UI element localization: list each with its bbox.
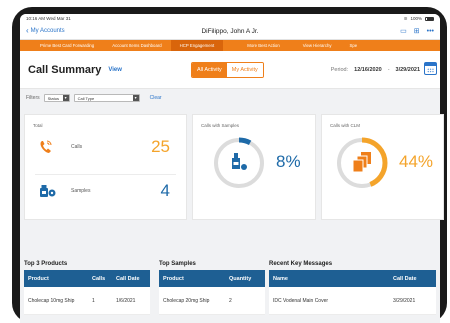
scanner-icon — [232, 153, 247, 170]
samples-row: Samples 4 — [39, 181, 170, 201]
share-icon[interactable]: ⊞ — [414, 27, 420, 35]
chevron-down-icon: ▾ — [132, 95, 139, 101]
clm-percent: 44% — [399, 152, 434, 171]
top-products-title: Top 3 Products — [24, 261, 68, 267]
chevron-left-icon: ‹ — [26, 26, 29, 35]
samples-icon — [40, 185, 56, 197]
phone-icon — [40, 140, 52, 153]
all-activity-button[interactable]: All Activity — [192, 63, 227, 77]
status-bar: 10:16 AM Wed Mar 31 ≋ 100% — [20, 14, 440, 23]
table-row[interactable]: Cholecap 10mg Ship 1 1/6/2021 — [24, 287, 150, 315]
samples-donut — [213, 137, 265, 189]
tab-hcp-engagement[interactable]: HCP Engagement — [170, 40, 224, 51]
calls-row: Calls 25 — [39, 137, 170, 157]
table-row[interactable]: Cholecap 20mg Ship 2 — [159, 287, 265, 315]
status-filter-select[interactable]: Status ▾ — [43, 94, 70, 102]
calls-with-clm-card: Calls with CLM 44% — [321, 114, 444, 220]
card-divider — [35, 174, 176, 175]
view-link[interactable]: View — [108, 67, 122, 73]
tab-item[interactable]: Prime Best Card Forwarding — [20, 40, 103, 51]
total-card-label: Total — [33, 123, 43, 128]
tab-item[interactable]: More Best Action — [223, 40, 288, 51]
activity-toggle: All Activity My Activity — [191, 62, 264, 78]
chat-icon[interactable]: ▭ — [400, 27, 407, 35]
status-date: Wed Mar 31 — [46, 16, 71, 21]
clm-donut — [336, 137, 388, 189]
samples-card-label: Calls with Samples — [201, 123, 240, 128]
table-header: Product Calls Call Date — [24, 270, 150, 287]
key-messages-title: Recent Key Messages — [269, 261, 333, 267]
call-type-filter-select[interactable]: Call Type ▾ — [73, 94, 140, 102]
my-activity-button[interactable]: My Activity — [226, 63, 263, 77]
samples-percent: 8% — [276, 152, 301, 171]
calls-label: Calls — [71, 144, 83, 150]
top-samples-table: Top Samples Product Quantity Cholecap 20… — [159, 261, 265, 315]
page-title: Call Summary — [28, 63, 102, 76]
top-products-table: Top 3 Products Product Calls Call Date C… — [24, 261, 150, 315]
filters-bar: Filters Status ▾ Call Type ▾ Clear — [20, 89, 440, 107]
back-label: My Accounts — [30, 28, 65, 34]
period-end: 3/29/2021 — [395, 67, 420, 73]
back-button[interactable]: ‹ My Accounts — [26, 27, 65, 35]
period-range: Period: 12/16/2020 - 3/29/2021 — [331, 67, 420, 73]
clear-filters-link[interactable]: Clear — [150, 95, 162, 101]
table-row[interactable]: IDC Vodenal Main Cover 3/29/2021 — [269, 287, 436, 315]
battery-icon — [425, 16, 434, 21]
nav-bar: ‹ My Accounts DiFilippo, John A Jr. ▭ ⊞ … — [20, 23, 440, 40]
period-start: 12/16/2020 — [354, 67, 382, 73]
clm-card-label: Calls with CLM — [330, 123, 361, 128]
chevron-down-icon: ▾ — [62, 95, 69, 101]
filters-label: Filters — [26, 95, 40, 101]
samples-count: 4 — [160, 181, 170, 200]
calendar-icon[interactable] — [424, 62, 437, 75]
tab-item[interactable]: View Hierarchy — [289, 40, 341, 51]
period-label: Period: — [330, 67, 349, 73]
summary-cards: Total Calls 25 Samples 4 Calls with Samp… — [4, 114, 444, 228]
calls-count: 25 — [151, 137, 170, 156]
tab-item[interactable]: Account Items Dashboard — [103, 40, 170, 51]
tab-item[interactable]: Spe — [341, 40, 367, 51]
table-header: Name Call Date — [269, 270, 436, 287]
battery-percent: 100% — [410, 16, 422, 21]
key-messages-table: Recent Key Messages Name Call Date IDC V… — [269, 261, 436, 315]
status-time: 10:16 AM — [26, 16, 46, 21]
top-samples-title: Top Samples — [159, 261, 196, 267]
calls-with-samples-card: Calls with Samples 8% — [192, 114, 316, 220]
summary-header: Call Summary View All Activity My Activi… — [20, 51, 440, 89]
wifi-icon: ≋ — [403, 15, 408, 21]
total-card: Total Calls 25 Samples 4 — [24, 114, 187, 220]
more-icon[interactable]: ••• — [427, 28, 434, 35]
tablet-device: 10:16 AM Wed Mar 31 ≋ 100% ‹ My Accounts… — [0, 0, 450, 323]
account-name-title: DiFilippo, John A Jr. — [201, 27, 259, 35]
section-tab-bar: Prime Best Card Forwarding Account Items… — [20, 40, 440, 51]
samples-label: Samples — [71, 188, 91, 194]
documents-icon — [352, 152, 371, 173]
period-separator: - — [387, 67, 390, 73]
table-header: Product Quantity — [159, 270, 265, 287]
